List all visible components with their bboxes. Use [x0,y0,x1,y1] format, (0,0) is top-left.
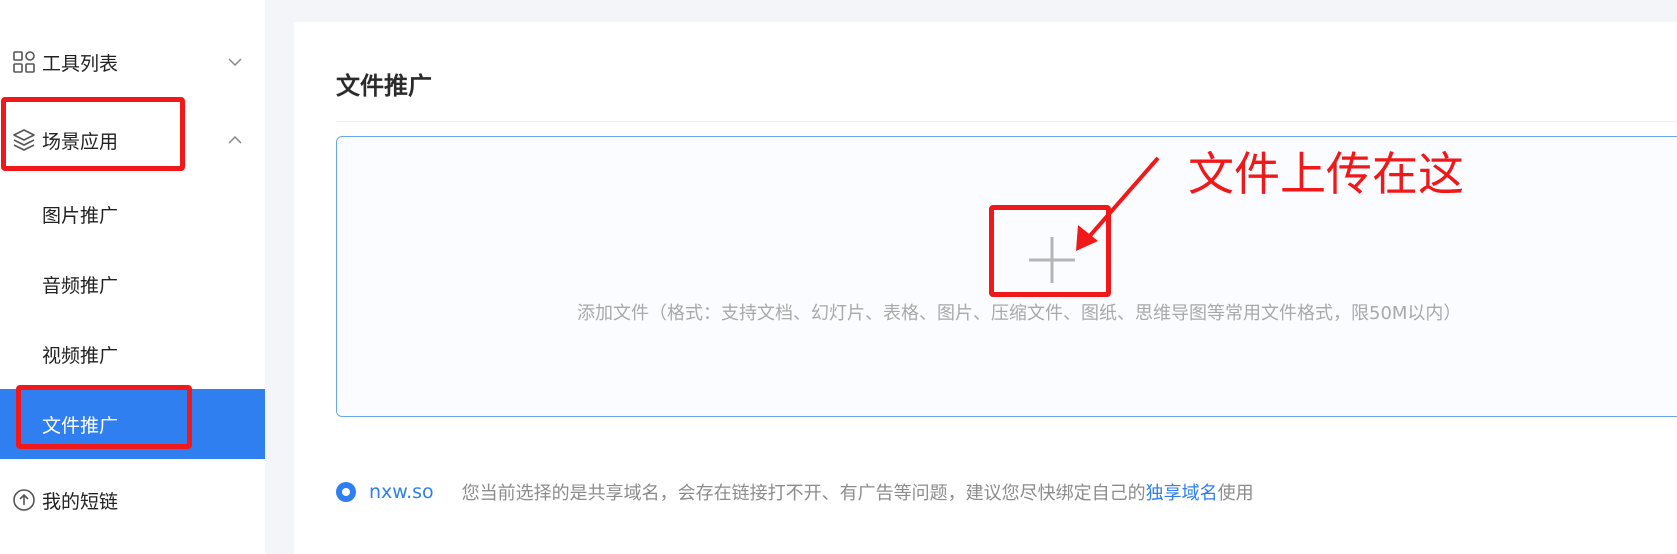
notice-text: 您当前选择的是共享域名，会存在链接打不开、有广告等问题，建议您尽快绑定自己的 [461,483,1146,504]
sidebar-item-video-promo[interactable]: 视频推广 [0,319,265,389]
divider [336,121,1677,122]
chevron-up-icon [228,135,242,144]
exclusive-domain-link[interactable]: 独享域名 [1146,483,1218,504]
sidebar-group-label: 我的短链 [42,490,119,513]
notice-suffix: 使用 [1217,483,1254,504]
page-title: 文件推广 [336,72,432,100]
sidebar-item-audio-promo[interactable]: 音频推广 [0,249,265,319]
sidebar-group-my-links[interactable]: 我的短链 [0,470,265,530]
annotation-label: 文件上传在这 [1188,147,1464,201]
annotation-box-upload [989,205,1111,297]
sidebar-group-label: 工具列表 [42,52,119,75]
domain-radio[interactable] [336,482,356,502]
link-circle-icon [13,489,35,511]
grid-icon [13,51,35,73]
domain-option-label[interactable]: nxw.so [369,481,434,503]
sidebar-item-label: 图片推广 [42,204,119,227]
sidebar-item-label: 音频推广 [42,274,119,297]
main-panel: 文件推广 添加文件（格式：支持文档、幻灯片、表格、图片、压缩文件、图纸、思维导图… [294,22,1677,554]
domain-notice: 您当前选择的是共享域名，会存在链接打不开、有广告等问题，建议您尽快绑定自己的独享… [462,479,1254,505]
upload-hint: 添加文件（格式：支持文档、幻灯片、表格、图片、压缩文件、图纸、思维导图等常用文件… [577,303,1462,324]
chevron-down-icon [228,58,242,67]
annotation-box-scenes [1,97,185,171]
sidebar: 工具列表 场景应用 图片推广 音频推广 视频推广 文件推广 我的短链 [0,0,265,554]
sidebar-group-tools[interactable]: 工具列表 [0,32,265,92]
sidebar-item-label: 视频推广 [42,344,119,367]
sidebar-item-image-promo[interactable]: 图片推广 [0,179,265,249]
domain-selector: nxw.so 您当前选择的是共享域名，会存在链接打不开、有广告等问题，建议您尽快… [336,477,1254,507]
annotation-box-file-promo [16,385,192,449]
